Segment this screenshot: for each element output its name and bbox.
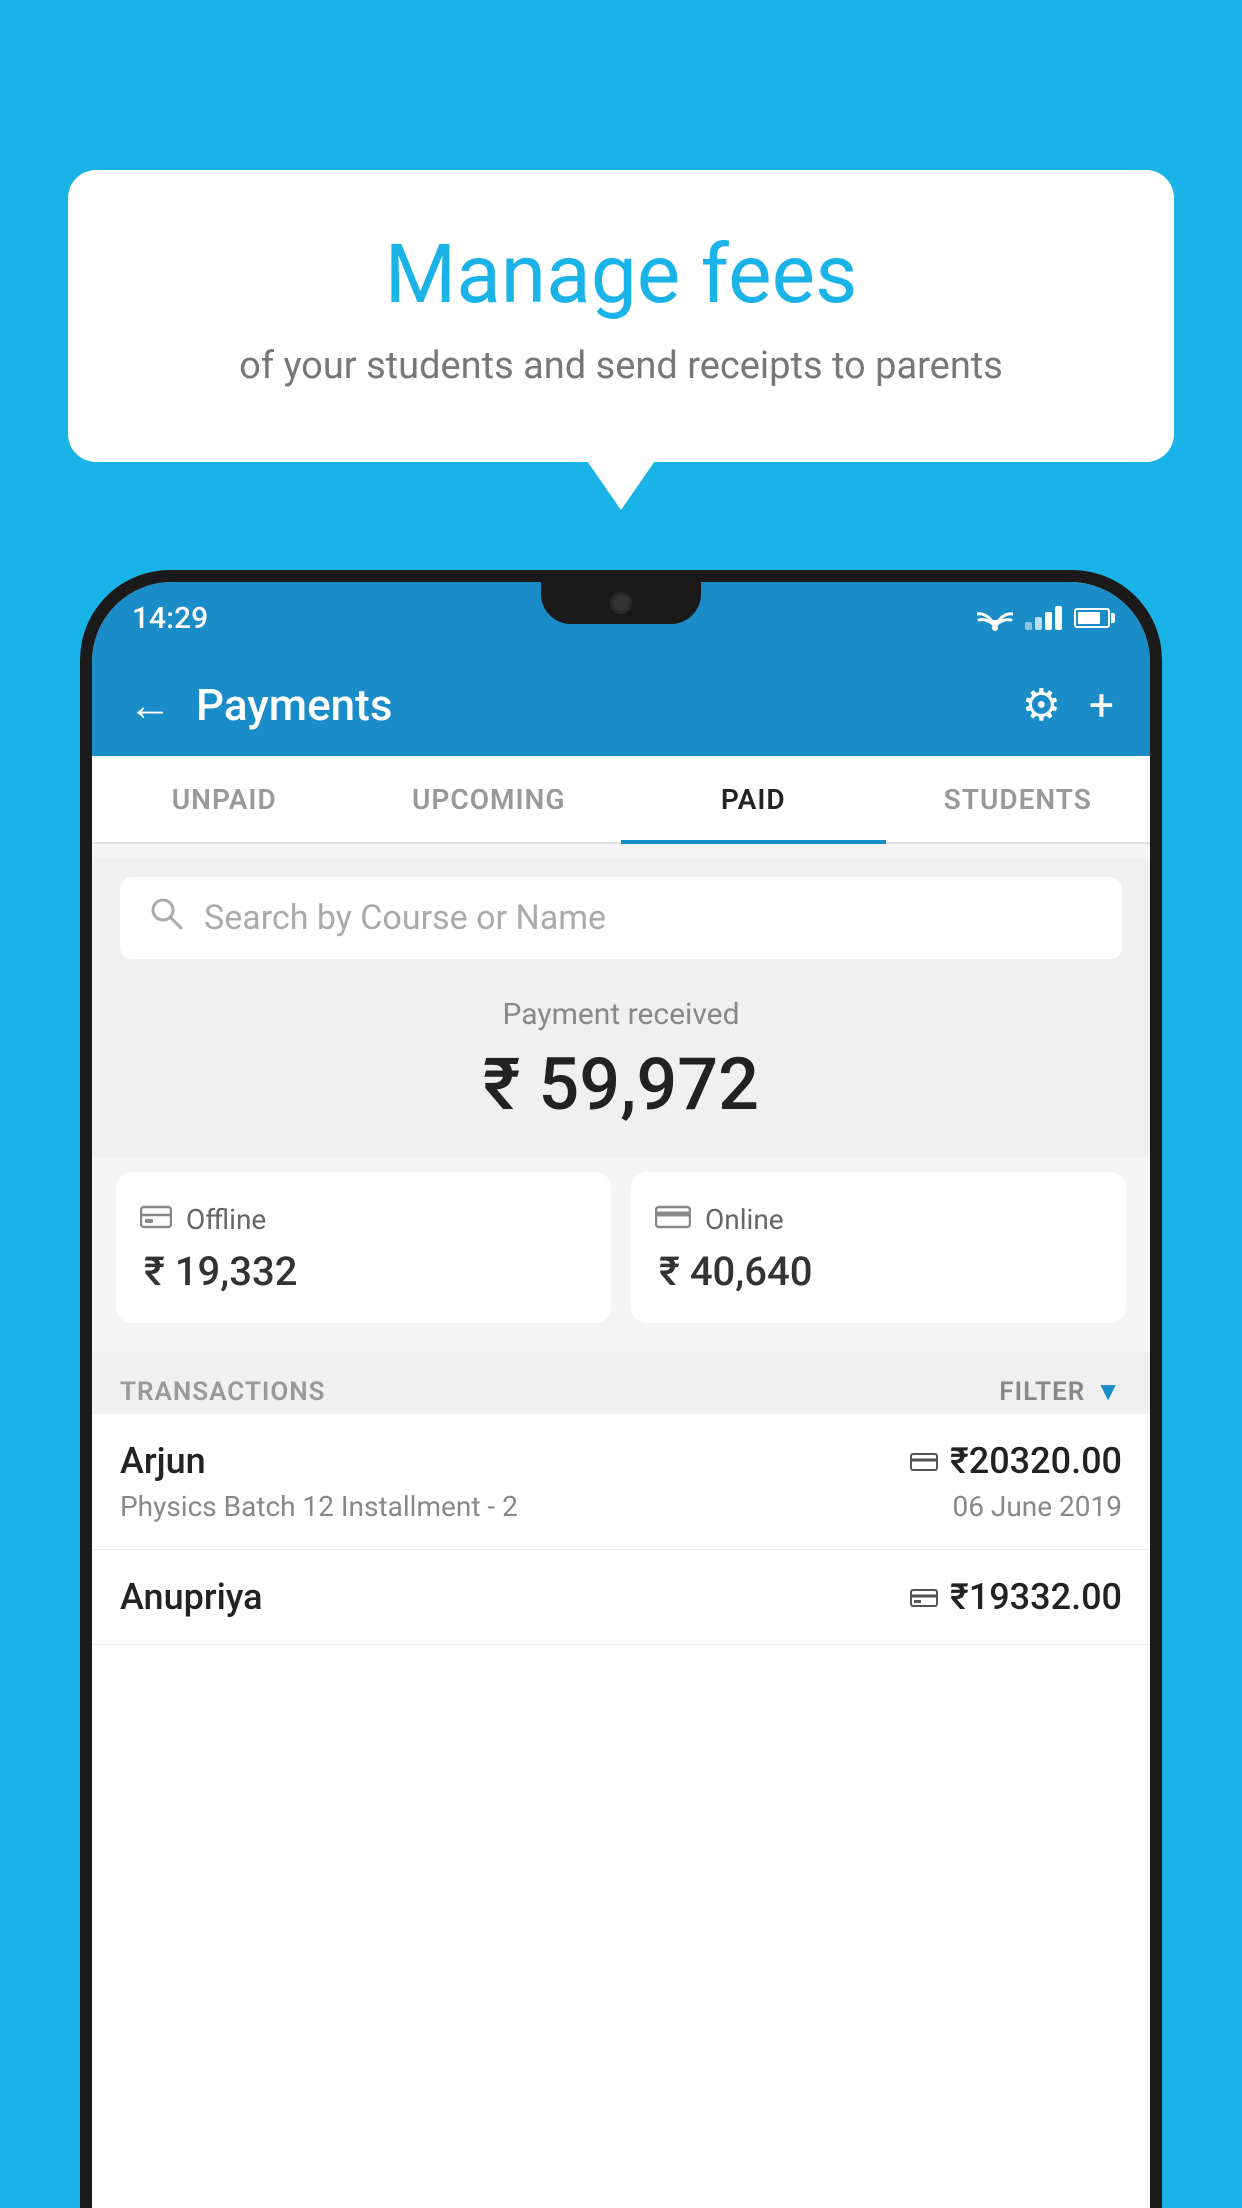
transaction-course: Physics Batch 12 Installment - 2: [120, 1490, 518, 1523]
search-icon: [148, 895, 184, 941]
offline-icon: [140, 1200, 172, 1238]
online-amount: ₹ 40,640: [655, 1248, 1102, 1295]
payment-label: Payment received: [92, 997, 1150, 1032]
card-payment-icon: [910, 1440, 938, 1482]
app-bar-actions: ⚙ +: [1022, 679, 1114, 731]
offline-card: Offline ₹ 19,332: [116, 1172, 611, 1323]
search-input-wrap[interactable]: Search by Course or Name: [120, 877, 1122, 959]
search-bar-container: Search by Course or Name: [92, 857, 1150, 979]
filter-button[interactable]: FILTER ▼: [999, 1376, 1122, 1407]
phone-notch: [541, 582, 701, 624]
payment-cards: Offline ₹ 19,332 Online ₹ 40,640: [92, 1172, 1150, 1323]
offline-amount: ₹ 19,332: [140, 1248, 587, 1295]
tab-unpaid[interactable]: UNPAID: [92, 755, 357, 844]
wifi-icon: [977, 604, 1013, 632]
app-title: Payments: [196, 679, 1022, 731]
filter-icon: ▼: [1095, 1376, 1122, 1407]
transaction-item[interactable]: Anupriya ₹19332.00: [92, 1550, 1150, 1645]
transaction-amount: ₹20320.00: [910, 1440, 1122, 1482]
add-icon[interactable]: +: [1089, 679, 1114, 731]
offline-payment-icon: [910, 1576, 938, 1618]
payment-amount: ₹ 59,972: [92, 1042, 1150, 1127]
signal-icon: [1025, 606, 1062, 630]
transaction-amount: ₹19332.00: [910, 1576, 1122, 1618]
volume-down-button: [1148, 910, 1162, 990]
phone-frame: 14:29: [80, 570, 1162, 2208]
transaction-name: Anupriya: [120, 1576, 263, 1618]
online-card: Online ₹ 40,640: [631, 1172, 1126, 1323]
transaction-item[interactable]: Arjun ₹20320.00 Physics Batch 12 Install…: [92, 1414, 1150, 1550]
payment-summary: Payment received ₹ 59,972: [92, 967, 1150, 1157]
status-icons: [977, 604, 1110, 632]
online-label: Online: [705, 1203, 784, 1236]
offline-label: Offline: [186, 1203, 266, 1236]
search-placeholder: Search by Course or Name: [204, 898, 606, 938]
settings-icon[interactable]: ⚙: [1022, 679, 1061, 731]
online-icon: [655, 1200, 691, 1238]
power-button: [1148, 770, 1162, 870]
back-button[interactable]: ←: [128, 679, 172, 731]
bubble-subtitle: of your students and send receipts to pa…: [118, 342, 1124, 391]
speech-bubble: Manage fees of your students and send re…: [68, 170, 1174, 462]
tab-students[interactable]: STUDENTS: [886, 755, 1151, 844]
status-time: 14:29: [132, 601, 208, 636]
transaction-date: 06 June 2019: [952, 1490, 1122, 1523]
bubble-title: Manage fees: [118, 230, 1124, 320]
phone-screen: 14:29: [92, 582, 1150, 2208]
transaction-name: Arjun: [120, 1440, 206, 1482]
tab-upcoming[interactable]: UPCOMING: [357, 755, 622, 844]
transactions-label: TRANSACTIONS: [120, 1377, 326, 1407]
transaction-list: Arjun ₹20320.00 Physics Batch 12 Install…: [92, 1414, 1150, 2208]
tab-paid[interactable]: PAID: [621, 755, 886, 844]
battery-icon: [1074, 608, 1110, 628]
filter-label: FILTER: [999, 1377, 1085, 1407]
app-bar: ← Payments ⚙ +: [92, 654, 1150, 756]
tab-bar: UNPAID UPCOMING PAID STUDENTS: [92, 756, 1150, 844]
camera: [610, 592, 632, 614]
